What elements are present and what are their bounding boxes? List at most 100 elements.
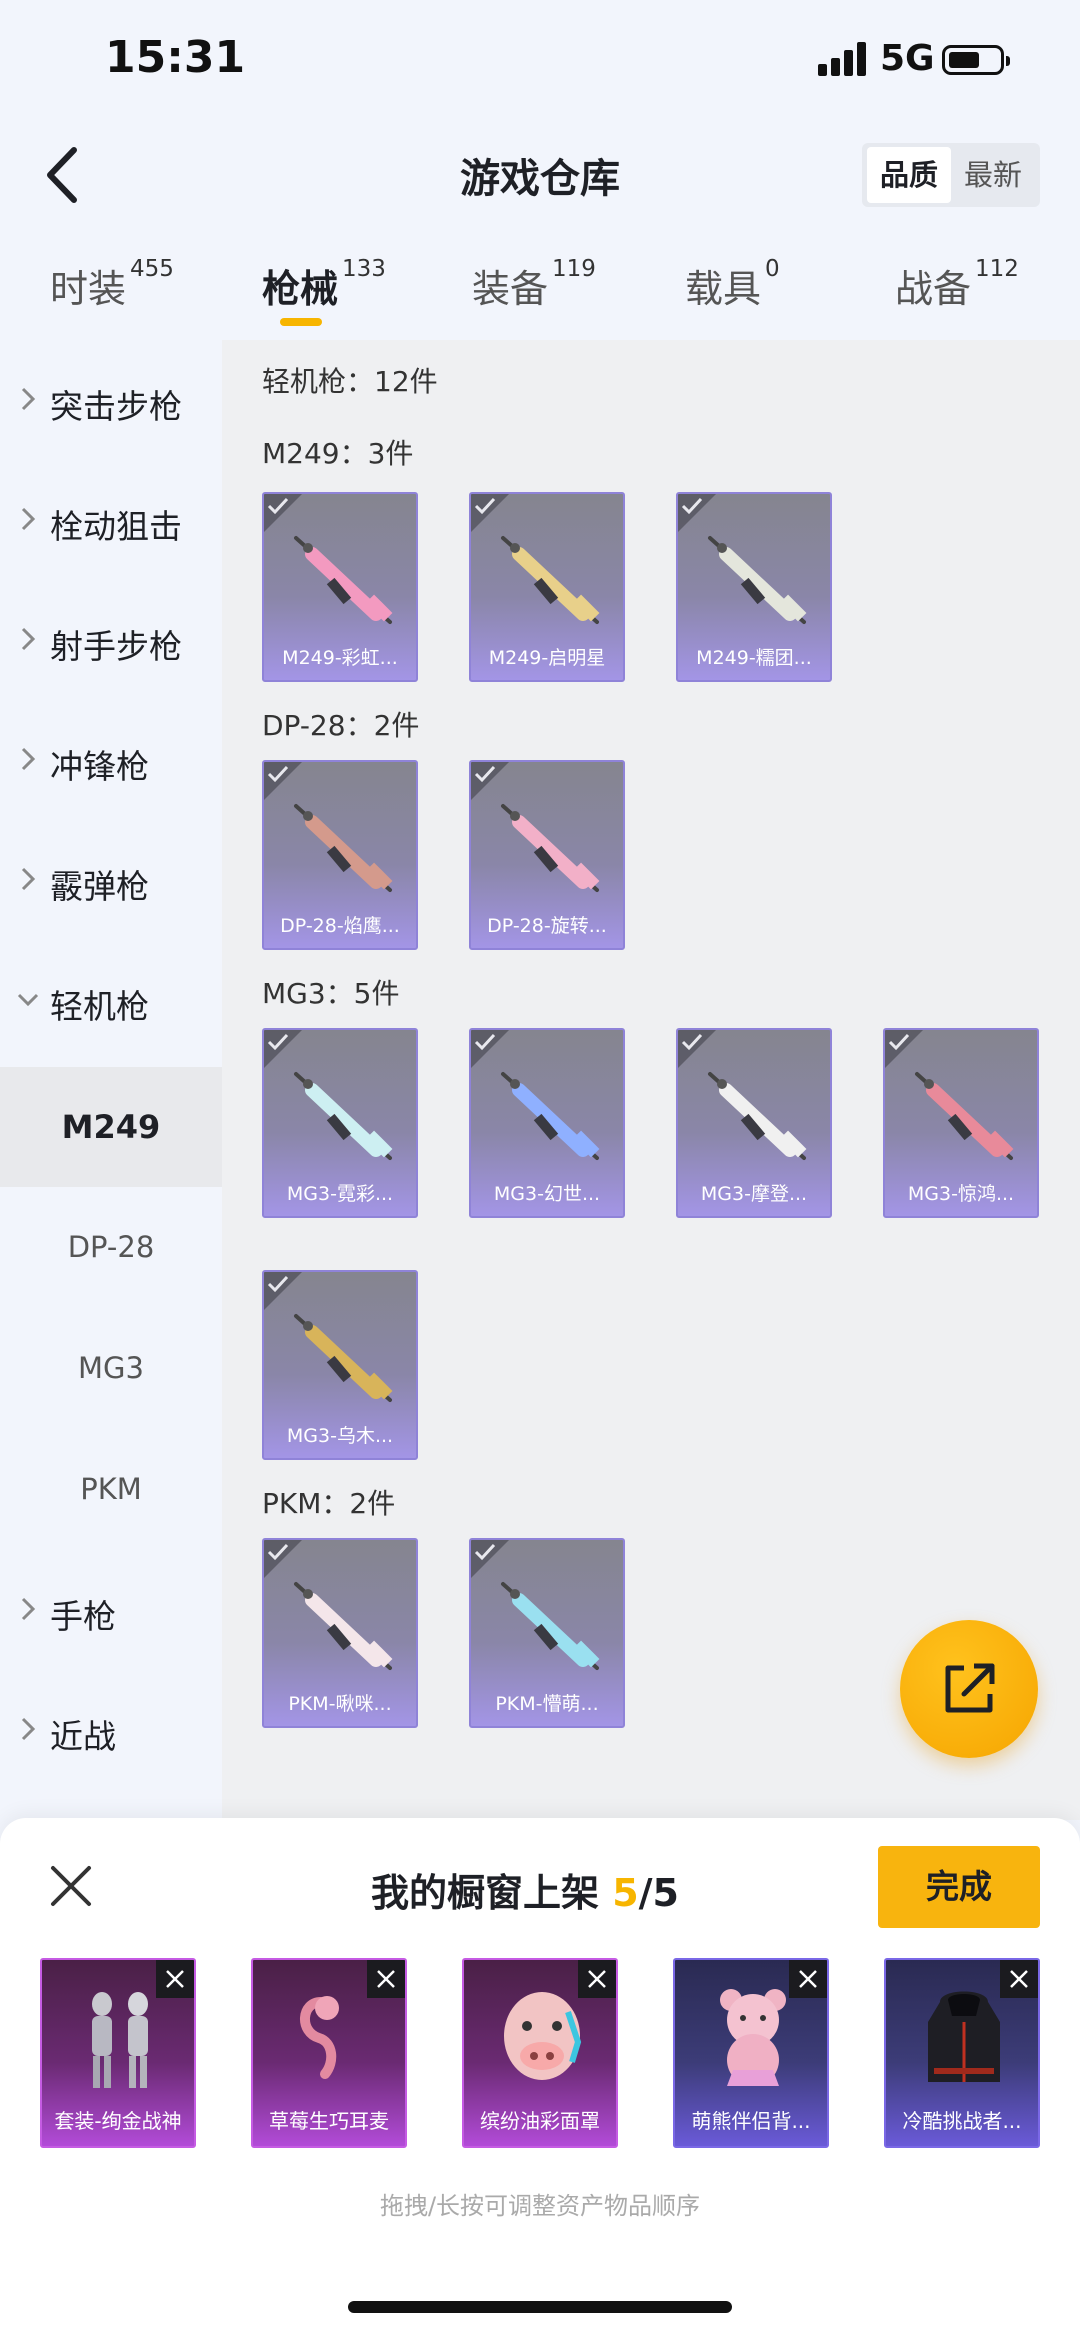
- chevron-right-icon: [21, 867, 36, 891]
- sidebar-item-lmg[interactable]: 轻机枪: [0, 940, 222, 1060]
- remove-item-button[interactable]: [367, 1960, 405, 1998]
- item-name: 萌熊伴侣背...: [691, 2109, 811, 2133]
- share-button[interactable]: [900, 1620, 1038, 1758]
- sidebar-sub-pkm[interactable]: PKM: [0, 1429, 222, 1549]
- item-card[interactable]: MG3-乌木...: [262, 1270, 418, 1460]
- weapon-image: [294, 536, 393, 624]
- checkmark-icon: [474, 1033, 496, 1051]
- tab-costumes[interactable]: 时装 455: [50, 256, 174, 328]
- tab-count: 455: [130, 256, 174, 282]
- active-tab-indicator: [280, 318, 322, 326]
- checkmark-icon: [267, 1033, 289, 1051]
- showcase-item[interactable]: 缤纷油彩面罩: [462, 1958, 618, 2148]
- category-sidebar: 突击步枪 栓动狙击 射手步枪 冲锋枪 霰弹枪 轻机枪 M249 DP-28 MG…: [0, 340, 222, 1820]
- group-title-pkm: PKM：2件: [262, 1487, 396, 1520]
- status-bar: 15:31 5G: [0, 0, 1080, 120]
- sidebar-item-label: 射手步枪: [50, 627, 182, 666]
- item-card[interactable]: M249-彩虹...: [262, 492, 418, 682]
- close-icon: [588, 1970, 606, 1988]
- chevron-right-icon: [21, 387, 36, 411]
- weapon-image: [915, 1072, 1014, 1160]
- weapon-image: [501, 1582, 600, 1670]
- item-name: 冷酷挑战者...: [902, 2109, 1022, 2133]
- weapon-image: [708, 1072, 807, 1160]
- chevron-down-icon: [17, 993, 39, 1007]
- item-name: M249-启明星: [488, 647, 606, 669]
- item-card[interactable]: M249-糯团...: [676, 492, 832, 682]
- item-name: MG3-乌木...: [286, 1425, 394, 1447]
- sidebar-item-bolt-sniper[interactable]: 栓动狙击: [0, 460, 222, 580]
- chevron-right-icon: [21, 1717, 36, 1741]
- item-card[interactable]: MG3-霓彩...: [262, 1028, 418, 1218]
- sidebar-item-pistol[interactable]: 手枪: [0, 1550, 222, 1670]
- sidebar-sub-mg3[interactable]: MG3: [0, 1308, 222, 1428]
- chevron-right-icon: [21, 507, 36, 531]
- sidebar-item-shotgun[interactable]: 霰弹枪: [0, 820, 222, 940]
- sort-quality-option[interactable]: 品质: [867, 147, 951, 203]
- showcase-total: /5: [638, 1871, 679, 1915]
- tab-label: 载具: [685, 267, 762, 311]
- item-card[interactable]: MG3-摩登...: [676, 1028, 832, 1218]
- tab-vehicles[interactable]: 载具 0: [685, 256, 780, 328]
- hoodie-image: [928, 1991, 1000, 2082]
- remove-item-button[interactable]: [1000, 1960, 1038, 1998]
- item-card[interactable]: PKM-啾咪...: [262, 1538, 418, 1728]
- chevron-right-icon: [21, 627, 36, 651]
- remove-item-button[interactable]: [156, 1960, 194, 1998]
- tab-label: 枪械: [262, 267, 339, 311]
- item-card[interactable]: M249-启明星: [469, 492, 625, 682]
- item-grid-area: 轻机枪：12件 M249：3件 M249-彩虹... M249-启明星 M249…: [222, 340, 1080, 1820]
- weapon-image: [294, 1582, 393, 1670]
- showcase-item[interactable]: 套装-绚金战神: [40, 1958, 196, 2148]
- item-card[interactable]: PKM-懵萌...: [469, 1538, 625, 1728]
- tab-combat-gear[interactable]: 战备 112: [895, 256, 1019, 328]
- showcase-item[interactable]: 草莓生巧耳麦: [251, 1958, 407, 2148]
- sidebar-sub-m249[interactable]: M249: [0, 1067, 222, 1187]
- checkmark-icon: [267, 765, 289, 783]
- showcase-count: 5: [612, 1871, 639, 1915]
- sidebar-item-assault-rifle[interactable]: 突击步枪: [0, 340, 222, 460]
- headset-image: [300, 1996, 339, 2079]
- group-title-dp28: DP-28：2件: [262, 709, 420, 742]
- tab-equipment[interactable]: 装备 119: [472, 256, 596, 328]
- sidebar-item-label: 霰弹枪: [50, 867, 149, 906]
- sidebar-item-label: 轻机枪: [50, 987, 149, 1026]
- item-name: 草莓生巧耳麦: [269, 2109, 389, 2133]
- tab-label: 战备: [895, 267, 972, 311]
- sidebar-item-label: 栓动狙击: [50, 507, 182, 546]
- item-name: M249-彩虹...: [282, 647, 398, 669]
- item-name: MG3-霓彩...: [286, 1183, 394, 1205]
- sidebar-item-marksman-rifle[interactable]: 射手步枪: [0, 580, 222, 700]
- close-icon: [166, 1970, 184, 1988]
- sidebar-item-melee[interactable]: 近战: [0, 1670, 222, 1790]
- tab-count: 133: [342, 256, 386, 282]
- sort-toggle: 品质 最新: [862, 143, 1040, 207]
- chevron-right-icon: [21, 747, 36, 771]
- item-card[interactable]: DP-28-旋转...: [469, 760, 625, 950]
- checkmark-icon: [267, 497, 289, 515]
- item-name: MG3-惊鸿...: [907, 1183, 1015, 1205]
- showcase-item[interactable]: 萌熊伴侣背...: [673, 1958, 829, 2148]
- showcase-item[interactable]: 冷酷挑战者...: [884, 1958, 1040, 2148]
- share-icon: [945, 1663, 995, 1713]
- done-button[interactable]: 完成: [878, 1846, 1040, 1928]
- remove-item-button[interactable]: [789, 1960, 827, 1998]
- sidebar-sub-dp28[interactable]: DP-28: [0, 1187, 222, 1307]
- weapon-image: [294, 1314, 393, 1402]
- tab-firearms[interactable]: 枪械 133: [262, 256, 386, 328]
- remove-item-button[interactable]: [578, 1960, 616, 1998]
- item-name: M249-糯团...: [696, 647, 812, 669]
- category-summary: 轻机枪：12件: [262, 365, 438, 398]
- weapon-image: [294, 804, 393, 892]
- checkmark-icon: [474, 497, 496, 515]
- tab-count: 0: [765, 256, 780, 282]
- sidebar-item-smg[interactable]: 冲锋枪: [0, 700, 222, 820]
- sidebar-item-label: 冲锋枪: [50, 747, 149, 786]
- item-name: PKM-懵萌...: [495, 1693, 599, 1715]
- sidebar-item-label: 突击步枪: [50, 387, 182, 426]
- item-card[interactable]: MG3-幻世...: [469, 1028, 625, 1218]
- item-card[interactable]: MG3-惊鸿...: [883, 1028, 1039, 1218]
- item-card[interactable]: DP-28-焰鹰...: [262, 760, 418, 950]
- sort-newest-option[interactable]: 最新: [951, 147, 1035, 203]
- sidebar-item-label: 手枪: [50, 1597, 116, 1636]
